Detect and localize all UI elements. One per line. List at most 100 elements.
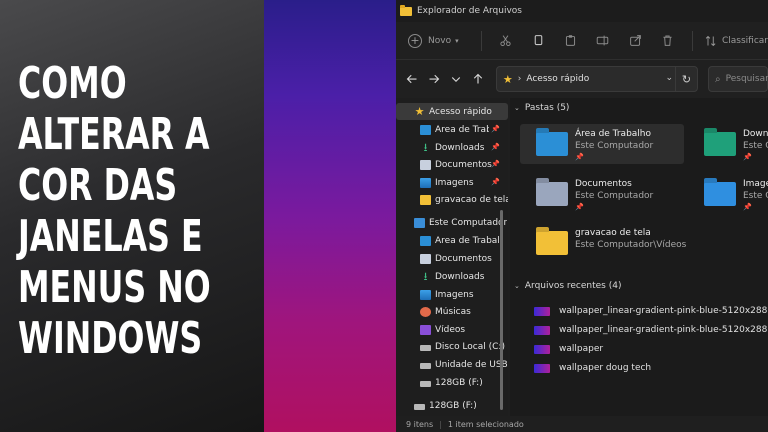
image-thumbnail-icon [534, 344, 550, 354]
documents-icon [420, 159, 431, 170]
images-folder-icon [704, 182, 736, 206]
headline: COMO ALTERAR A COR DAS JANELAS E MENUS N… [18, 58, 211, 364]
download-icon: ⭳ [423, 140, 428, 154]
status-bar: 9 itens | 1 item selecionado [396, 416, 768, 432]
chevron-down-icon: ⌄ [514, 282, 520, 290]
recent-locations-button[interactable] [448, 70, 465, 88]
folder-tile-desktop[interactable]: Área de Trabalho Este Computador 📌 [520, 124, 684, 164]
item-count: 9 itens [406, 419, 434, 429]
command-bar: + Novo ▾ Classificar [396, 22, 768, 60]
computer-icon [414, 217, 425, 228]
pin-icon: 📌 [575, 203, 584, 211]
recent-file-item[interactable]: wallpaper [534, 341, 603, 357]
sidebar-item-pc-desktop[interactable]: Área de Trabalho [396, 232, 508, 249]
address-bar[interactable]: ★ › Acesso rápido ⌄ ↻ [495, 66, 699, 92]
refresh-icon[interactable]: ↻ [675, 67, 697, 91]
sidebar-item-pc-images[interactable]: Imagens [396, 286, 508, 303]
sidebar-scrollbar[interactable] [500, 210, 503, 410]
folder-tile-documents[interactable]: Documentos Este Computador 📌 [520, 174, 684, 214]
new-label: Novo [428, 35, 452, 46]
folder-tile-downloads[interactable]: Downloads Este Computador 📌 [688, 124, 768, 164]
music-icon [420, 306, 431, 317]
desktop-icon [420, 124, 431, 135]
recent-file-item[interactable]: wallpaper doug tech [534, 360, 651, 376]
up-button[interactable] [470, 70, 487, 88]
folder-icon [400, 4, 412, 16]
divider [480, 30, 482, 51]
paste-icon[interactable] [561, 31, 579, 51]
navigation-bar: ★ › Acesso rápido ⌄ ↻ ⌕ Pesquisar [396, 60, 768, 98]
copy-icon[interactable] [529, 31, 547, 51]
pin-icon: 📌 [491, 160, 500, 168]
new-button[interactable]: + Novo ▾ [408, 33, 459, 48]
forward-button[interactable] [426, 70, 443, 88]
cut-icon[interactable] [497, 31, 515, 51]
drive-icon [420, 344, 431, 351]
sidebar-item-images[interactable]: Imagens 📌 [396, 174, 508, 191]
chevron-down-icon[interactable]: ⌄ [665, 73, 673, 83]
sidebar-item-screen-recording[interactable]: gravacao de tela [396, 191, 508, 208]
delete-icon[interactable] [659, 31, 677, 51]
sidebar-item-usb-128gb[interactable]: 128GB (F:) [396, 374, 508, 391]
breadcrumb[interactable]: Acesso rápido [526, 74, 589, 84]
pin-icon: 📌 [491, 143, 500, 151]
sidebar-item-pc-documents[interactable]: Documentos [396, 250, 508, 267]
headline-line: ALTERAR A [18, 109, 210, 160]
image-thumbnail-icon [534, 363, 550, 373]
content-pane: ⌄ Pastas (5) Área de Trabalho Este Compu… [510, 98, 768, 416]
sidebar-item-usb-drive[interactable]: Unidade de USB [396, 356, 508, 373]
sort-label: Classificar [721, 35, 768, 46]
sort-button[interactable]: Classificar [705, 35, 768, 47]
chevron-right-icon: › [517, 74, 522, 84]
navigation-pane: ★ Acesso rápido Área de Trabalho 📌 ⭳ Dow… [396, 98, 508, 416]
sidebar-item-downloads[interactable]: ⭳ Downloads 📌 [396, 139, 508, 156]
sidebar-item-desktop[interactable]: Área de Trabalho 📌 [396, 121, 508, 138]
sidebar-item-128gb[interactable]: 128GB (F:) [396, 397, 508, 414]
sidebar-item-this-pc[interactable]: Este Computador [396, 214, 508, 231]
arrow-left-icon [407, 74, 417, 84]
wallpaper-gradient [264, 0, 396, 432]
share-icon[interactable] [626, 31, 644, 51]
folders-section-header[interactable]: ⌄ Pastas (5) [514, 103, 569, 113]
chevron-down-icon: ⌄ [514, 104, 520, 112]
sidebar-item-quick-access[interactable]: ★ Acesso rápido [396, 103, 508, 120]
rename-icon[interactable] [594, 31, 612, 51]
arrow-up-icon [474, 73, 483, 84]
back-button[interactable] [404, 70, 421, 88]
recent-file-item[interactable]: wallpaper_linear-gradient-pink-blue-5120… [534, 322, 768, 338]
image-thumbnail-icon [534, 306, 550, 316]
headline-line: COMO [18, 58, 127, 109]
desktop-folder-icon [536, 132, 568, 156]
desktop-icon [420, 235, 431, 246]
headline-line: COR DAS [18, 160, 178, 211]
chevron-down-icon [452, 77, 461, 83]
headline-line: WINDOWS [18, 313, 203, 364]
pin-icon: 📌 [743, 203, 752, 211]
folder-tile-screen-recording[interactable]: gravacao de tela Este Computador\Vídeos [520, 223, 686, 263]
images-icon [420, 177, 431, 188]
search-input[interactable]: ⌕ Pesquisar [708, 66, 768, 92]
recent-file-item[interactable]: wallpaper_linear-gradient-pink-blue-5120… [534, 303, 768, 319]
file-explorer-window: Explorador de Arquivos + Novo ▾ Classifi… [396, 0, 768, 432]
headline-line: MENUS NO [18, 262, 211, 313]
recent-files-section-header[interactable]: ⌄ Arquivos recentes (4) [514, 281, 621, 291]
selection-count: 1 item selecionado [447, 419, 524, 429]
chevron-down-icon: ▾ [455, 36, 459, 45]
search-placeholder: Pesquisar [725, 74, 768, 84]
window-title: Explorador de Arquivos [417, 6, 522, 16]
sidebar-item-music[interactable]: Músicas [396, 303, 508, 320]
sidebar-item-pc-downloads[interactable]: ⭳ Downloads [396, 268, 508, 285]
sidebar-item-videos[interactable]: Vídeos [396, 321, 508, 338]
download-icon: ⭳ [423, 269, 428, 283]
folder-tile-images[interactable]: Imagens Este Computador 📌 [688, 174, 768, 214]
downloads-folder-icon [704, 132, 736, 156]
images-icon [420, 289, 431, 300]
title-bar[interactable]: Explorador de Arquivos [396, 0, 768, 22]
image-thumbnail-icon [534, 325, 550, 335]
sidebar-item-local-disk[interactable]: Disco Local (C:) [396, 338, 508, 355]
documents-folder-icon [536, 182, 568, 206]
sidebar-item-documents[interactable]: Documentos 📌 [396, 156, 508, 173]
pin-icon: 📌 [491, 178, 500, 186]
drive-icon [420, 362, 431, 369]
plus-icon: + [408, 33, 422, 48]
